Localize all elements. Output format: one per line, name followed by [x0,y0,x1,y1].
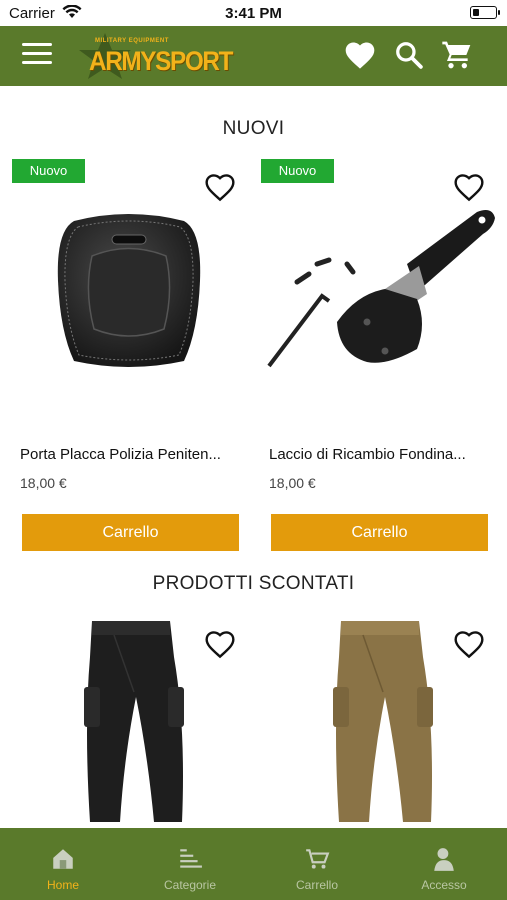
product-card[interactable]: Nuovo Laccio di Ricambio Fondina... 18,0… [261,159,501,579]
user-icon [434,848,454,871]
tab-label-home: Home [46,878,79,892]
favorite-heart-icon[interactable] [453,172,485,202]
tab-home[interactable]: Home [0,828,126,900]
battery-level [472,8,479,16]
favorite-heart-icon[interactable] [204,629,236,659]
product-image-black-pants[interactable] [74,617,194,827]
product-price: 18,00 € [269,475,316,491]
tab-label-login: Accesso [421,878,467,892]
favorite-heart-icon[interactable] [204,172,236,202]
product-card[interactable] [261,611,501,828]
new-badge: Nuovo [12,159,85,183]
section-title-new: NUOVI [222,118,285,139]
product-card[interactable]: Nuovo Porta Placca Polizia Peniten... 18… [12,159,252,579]
logo-text: ARMYSPORT [89,46,233,76]
clock: 3:41 PM [225,5,282,22]
tab-label-categories: Categorie [163,878,217,892]
add-to-cart-button[interactable]: Carrello [22,514,239,551]
cart-icon [306,849,330,869]
search-icon[interactable] [394,40,424,70]
product-price: 18,00 € [20,475,67,491]
product-image-badge-holder[interactable] [54,211,204,371]
favorite-heart-icon[interactable] [453,629,485,659]
hamburger-menu-icon[interactable] [22,43,52,69]
home-icon [53,849,73,869]
product-card[interactable] [12,611,252,828]
tab-login[interactable]: Accesso [381,828,507,900]
add-to-cart-button[interactable]: Carrello [271,514,488,551]
armysport-logo[interactable]: MILITARY EQUIPMENT ARMYSPORT [75,33,235,79]
product-image-holster-strap[interactable] [267,204,497,374]
product-image-coyote-pants[interactable] [323,617,443,827]
heart-icon[interactable] [343,40,377,70]
tab-cart[interactable]: Carrello [254,828,380,900]
tab-label-cart: Carrello [295,878,338,892]
cart-icon[interactable] [441,39,473,71]
tab-categories[interactable]: Categorie [127,828,253,900]
app-header: MILITARY EQUIPMENT ARMYSPORT [0,26,507,86]
bottom-tab-bar: Home Categorie Carrello Accesso [0,828,507,900]
section-title-discounted: PRODOTTI SCONTATI [152,573,355,594]
home-content[interactable]: NUOVI Nuovo Porta Placca Polizia Peniten… [0,86,507,828]
status-bar: Carrier 3:41 PM [0,0,507,26]
logo-subtitle: MILITARY EQUIPMENT [95,38,169,44]
new-badge: Nuovo [261,159,334,183]
categories-icon [180,849,202,868]
battery-icon [470,6,500,19]
product-name[interactable]: Laccio di Ricambio Fondina... [269,446,491,463]
product-name[interactable]: Porta Placca Polizia Peniten... [20,446,242,463]
